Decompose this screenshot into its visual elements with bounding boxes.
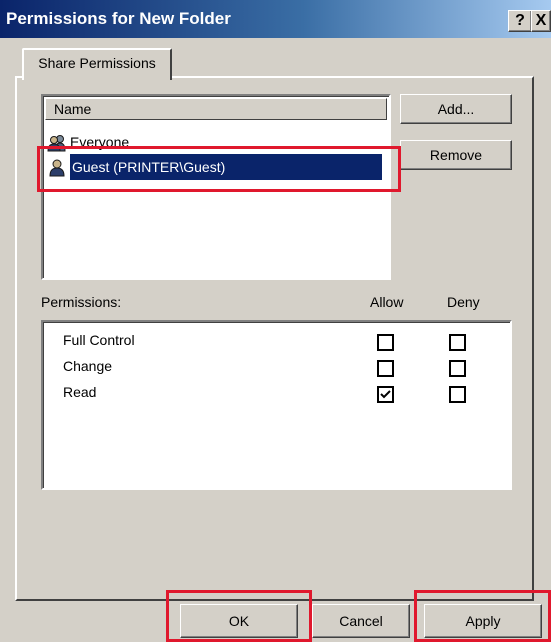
remove-button[interactable]: Remove xyxy=(400,140,512,170)
list-item-label: Everyone xyxy=(70,134,130,150)
help-button[interactable]: ? xyxy=(508,10,532,32)
list-item-label: Guest (PRINTER\Guest) xyxy=(70,154,382,180)
deny-header: Deny xyxy=(447,294,480,310)
close-button[interactable]: X xyxy=(531,10,551,32)
permissions-label: Permissions: xyxy=(41,294,122,310)
allow-read-checkbox[interactable] xyxy=(377,386,394,403)
title-bar[interactable]: Permissions for New Folder ? X xyxy=(0,0,551,38)
column-header-name[interactable]: Name xyxy=(45,98,387,120)
user-icon xyxy=(47,159,67,177)
checkmark-icon xyxy=(380,390,391,399)
permissions-dialog: Permissions for New Folder ? X Share Per… xyxy=(0,0,551,642)
permission-label-read: Read xyxy=(63,384,97,400)
window-title: Permissions for New Folder xyxy=(6,9,231,28)
permissions-list: Full Control Change Read xyxy=(41,320,512,490)
list-item[interactable]: Guest (PRINTER\Guest) xyxy=(47,154,385,180)
allow-full-control-checkbox[interactable] xyxy=(377,334,394,351)
permission-label-full-control: Full Control xyxy=(63,332,135,348)
apply-button[interactable]: Apply xyxy=(424,604,542,638)
deny-read-checkbox[interactable] xyxy=(449,386,466,403)
users-list[interactable]: Name Everyone Guest (PRINTER\Guest) xyxy=(41,94,391,280)
tab-share-permissions[interactable]: Share Permissions xyxy=(22,48,172,80)
allow-change-checkbox[interactable] xyxy=(377,360,394,377)
cancel-button[interactable]: Cancel xyxy=(312,604,410,638)
permission-label-change: Change xyxy=(63,358,113,374)
group-icon xyxy=(47,134,67,152)
add-button[interactable]: Add... xyxy=(400,94,512,124)
allow-header: Allow xyxy=(370,294,404,310)
list-item[interactable]: Everyone xyxy=(47,130,385,154)
ok-button[interactable]: OK xyxy=(180,604,298,638)
deny-full-control-checkbox[interactable] xyxy=(449,334,466,351)
deny-change-checkbox[interactable] xyxy=(449,360,466,377)
